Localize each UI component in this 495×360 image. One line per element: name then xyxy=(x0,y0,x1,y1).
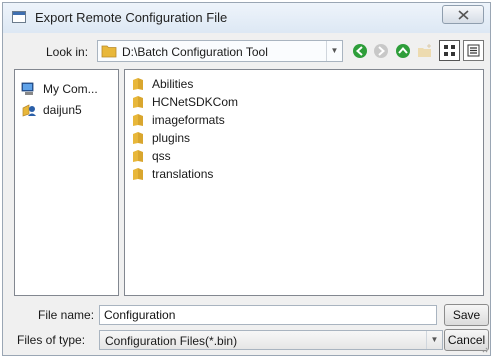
file-name-input[interactable] xyxy=(99,305,437,325)
sidebar-item-label: daijun5 xyxy=(43,103,82,117)
list-view-button[interactable] xyxy=(463,40,484,61)
file-type-value: Configuration Files(*.bin) xyxy=(105,334,238,348)
detail-view-icon xyxy=(444,45,455,56)
file-name: HCNetSDKCom xyxy=(152,95,239,109)
new-folder-icon[interactable] xyxy=(417,43,433,59)
look-in-combo[interactable]: D:\Batch Configuration Tool ▼ xyxy=(97,40,343,62)
detail-view-button[interactable] xyxy=(439,40,460,61)
user-icon xyxy=(22,104,36,117)
chevron-down-icon[interactable]: ▼ xyxy=(326,41,342,61)
file-list[interactable]: Abilities HCNetSDKCom imageformats plugi… xyxy=(124,69,484,296)
list-item[interactable]: translations xyxy=(132,165,213,183)
file-name: translations xyxy=(152,167,214,181)
look-in-label: Look in: xyxy=(46,45,89,59)
current-path: D:\Batch Configuration Tool xyxy=(122,45,268,59)
sidebar-item-label: My Com... xyxy=(43,82,98,96)
folder-icon xyxy=(101,45,117,58)
app-icon xyxy=(12,11,26,23)
file-name: Abilities xyxy=(152,77,194,91)
file-type-select[interactable]: Configuration Files(*.bin) ▼ xyxy=(99,330,443,350)
resize-grip-icon[interactable] xyxy=(480,345,488,353)
list-item[interactable]: plugins xyxy=(132,129,190,147)
folder-icon xyxy=(133,132,143,144)
computer-icon xyxy=(21,82,34,95)
folder-icon xyxy=(133,78,143,90)
list-item[interactable]: HCNetSDKCom xyxy=(132,93,238,111)
file-type-label: Files of type: xyxy=(17,333,86,347)
close-button[interactable] xyxy=(442,5,484,24)
sidebar-item-my-computer[interactable]: My Com... xyxy=(21,80,98,98)
file-name-label: File name: xyxy=(38,308,95,322)
forward-icon[interactable] xyxy=(373,43,389,59)
folder-icon xyxy=(133,168,143,180)
folder-icon xyxy=(133,96,143,108)
list-item[interactable]: qss xyxy=(132,147,171,165)
back-icon[interactable] xyxy=(352,43,368,59)
close-icon xyxy=(458,10,469,20)
list-item[interactable]: Abilities xyxy=(132,75,193,93)
chevron-down-icon[interactable]: ▼ xyxy=(426,331,442,349)
export-dialog: Export Remote Configuration File Look in… xyxy=(2,2,491,356)
title-bar[interactable]: Export Remote Configuration File xyxy=(3,3,490,33)
file-name: imageformats xyxy=(152,113,225,127)
save-button[interactable]: Save xyxy=(444,304,489,326)
folder-icon xyxy=(133,150,143,162)
dialog-title: Export Remote Configuration File xyxy=(35,10,228,25)
file-name: plugins xyxy=(152,131,191,145)
up-folder-icon[interactable] xyxy=(395,43,411,59)
file-name: qss xyxy=(152,149,171,163)
list-item[interactable]: imageformats xyxy=(132,111,225,129)
list-view-icon xyxy=(467,44,480,57)
sidebar-item-daijun5[interactable]: daijun5 xyxy=(21,101,82,119)
folder-icon xyxy=(133,114,143,126)
places-sidebar[interactable]: My Com... daijun5 xyxy=(14,69,119,296)
